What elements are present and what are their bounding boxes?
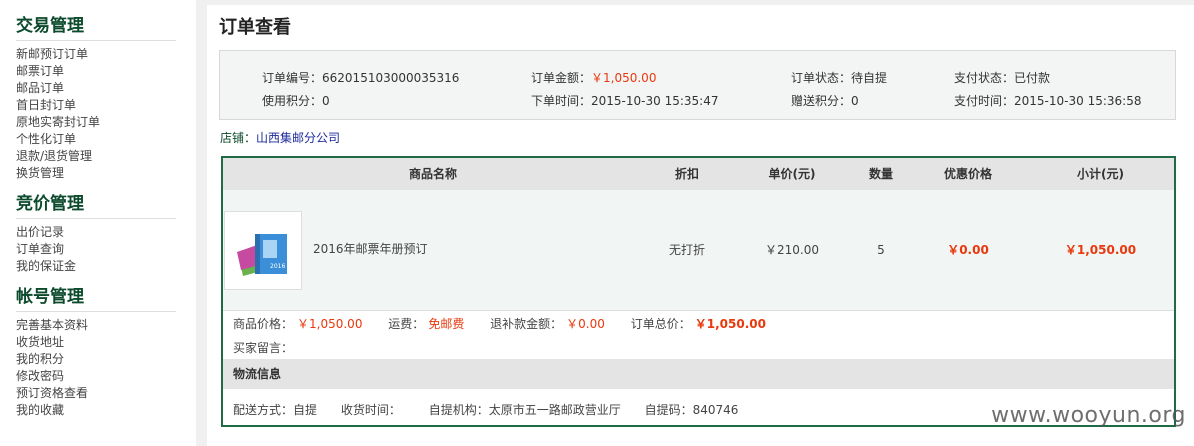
refund-label: 退补款金额： — [490, 317, 563, 331]
shipping-label: 运费： — [388, 317, 425, 331]
table-header: 商品名称 折扣 单价(元) 数量 优惠价格 小计(元) — [223, 158, 1174, 190]
points-used: 使用积分：0 — [262, 94, 330, 108]
pickup-code-label: 自提码： — [644, 403, 693, 417]
sidebar: 交易管理 新邮预订订单 邮票订单 邮品订单 首日封订单 原地实寄封订单 个性化订… — [0, 0, 196, 446]
sidebar-item-bid-records[interactable]: 出价记录 — [16, 224, 196, 241]
order-amount: 订单金额：￥1,050.00 — [531, 71, 657, 85]
sidebar-item-refund-return[interactable]: 退款/退货管理 — [16, 148, 196, 165]
order-total-label: 订单总价： — [630, 317, 691, 331]
buyer-note: 买家留言： — [233, 341, 294, 355]
pickup-org-label: 自提机构： — [428, 403, 489, 417]
sidebar-item-address[interactable]: 收货地址 — [16, 334, 196, 351]
sidebar-group-bidding: 竞价管理 出价记录 订单查询 我的保证金 — [16, 192, 196, 275]
watermark: www.wooyun.org — [991, 403, 1186, 428]
sidebar-item-favorites[interactable]: 我的收藏 — [16, 402, 196, 419]
sidebar-item-preorder-eligibility[interactable]: 预订资格查看 — [16, 385, 196, 402]
sidebar-item-local-cover-orders[interactable]: 原地实寄封订单 — [16, 114, 196, 131]
col-subtotal: 小计(元) — [1077, 167, 1124, 181]
points-gift: 赠送积分：0 — [791, 94, 859, 108]
goods-price-label: 商品价格： — [233, 317, 294, 331]
store-label: 店铺： — [220, 131, 257, 145]
sidebar-item-change-password[interactable]: 修改密码 — [16, 368, 196, 385]
product-discount: 无打折 — [668, 243, 705, 257]
product-promo-price: ￥0.00 — [947, 243, 989, 257]
sidebar-item-profile[interactable]: 完善基本资料 — [16, 317, 196, 334]
product-unit-price: ￥210.00 — [765, 243, 819, 257]
product-name-link[interactable]: 2016年邮票年册预订 — [313, 240, 428, 257]
order-summary: 商品价格： ￥1,050.00 运费： 免邮费 退补款金额： ￥0.00 订单总价： ￥… — [233, 315, 770, 332]
sidebar-item-stamp-orders[interactable]: 邮票订单 — [16, 63, 196, 80]
goods-price-value: ￥1,050.00 — [297, 317, 363, 331]
logistics-info: 配送方式：自提 收货时间： 自提机构：太原市五一路邮政营业厅 自提码：84074… — [233, 401, 738, 418]
product-subtotal: ￥1,050.00 — [1064, 243, 1137, 257]
stamp-album-icon: 2016 — [237, 234, 287, 276]
logistics-title: 物流信息 — [223, 359, 1174, 389]
order-total-value: ￥1,050.00 — [694, 317, 766, 331]
sidebar-item-my-points[interactable]: 我的积分 — [16, 351, 196, 368]
shipping-value: 免邮费 — [428, 317, 465, 331]
order-status: 订单状态：待自提 — [791, 71, 888, 85]
page-title: 订单查看 — [219, 17, 291, 38]
svg-text:2016: 2016 — [270, 263, 285, 270]
pickup-org-value: 太原市五一路邮政营业厅 — [488, 403, 621, 417]
sidebar-group-account: 帐号管理 完善基本资料 收货地址 我的积分 修改密码 预订资格查看 我的收藏 — [16, 285, 196, 419]
pay-time: 支付时间：2015-10-30 15:36:58 — [954, 94, 1142, 108]
receive-time-label: 收货时间： — [340, 403, 401, 417]
order-number: 订单编号：662015103000035316 — [262, 71, 460, 85]
sidebar-group-title: 帐号管理 — [16, 285, 176, 312]
sidebar-item-personalized-orders[interactable]: 个性化订单 — [16, 131, 196, 148]
order-info-panel: 订单编号：662015103000035316 订单金额：￥1,050.00 订… — [219, 50, 1176, 120]
sidebar-item-exchange[interactable]: 换货管理 — [16, 165, 196, 182]
order-items-box: 商品名称 折扣 单价(元) 数量 优惠价格 小计(元) 2016 2016年邮票… — [221, 156, 1176, 427]
delivery-method-label: 配送方式： — [233, 403, 294, 417]
pay-status: 支付状态：已付款 — [954, 71, 1051, 85]
store-link[interactable]: 山西集邮分公司 — [256, 131, 340, 145]
sidebar-group-title: 交易管理 — [16, 14, 176, 41]
order-time: 下单时间：2015-10-30 15:35:47 — [531, 94, 719, 108]
col-product-name: 商品名称 — [408, 167, 457, 181]
col-discount: 折扣 — [674, 167, 699, 181]
col-unit-price: 单价(元) — [768, 167, 816, 181]
sidebar-item-order-query[interactable]: 订单查询 — [16, 241, 196, 258]
sidebar-item-postal-goods-orders[interactable]: 邮品订单 — [16, 80, 196, 97]
col-promo-price: 优惠价格 — [943, 167, 992, 181]
col-quantity: 数量 — [868, 167, 893, 181]
table-row: 2016 2016年邮票年册预订 无打折 ￥210.00 5 ￥0.00 ￥1,… — [223, 190, 1174, 311]
product-thumbnail[interactable]: 2016 — [224, 211, 302, 290]
product-quantity: 5 — [877, 243, 885, 257]
refund-value: ￥0.00 — [566, 317, 605, 331]
delivery-method-value: 自提 — [293, 403, 318, 417]
main-content: 订单查看 订单编号：662015103000035316 订单金额：￥1,050… — [207, 5, 1194, 446]
sidebar-group-trade: 交易管理 新邮预订订单 邮票订单 邮品订单 首日封订单 原地实寄封订单 个性化订… — [16, 14, 196, 182]
pickup-code-value: 840746 — [692, 403, 739, 417]
store-info: 店铺：山西集邮分公司 — [220, 129, 340, 146]
sidebar-item-new-stamp-preorder[interactable]: 新邮预订订单 — [16, 46, 196, 63]
sidebar-group-title: 竞价管理 — [16, 192, 176, 219]
sidebar-item-my-deposit[interactable]: 我的保证金 — [16, 258, 196, 275]
sidebar-item-first-day-cover-orders[interactable]: 首日封订单 — [16, 97, 196, 114]
